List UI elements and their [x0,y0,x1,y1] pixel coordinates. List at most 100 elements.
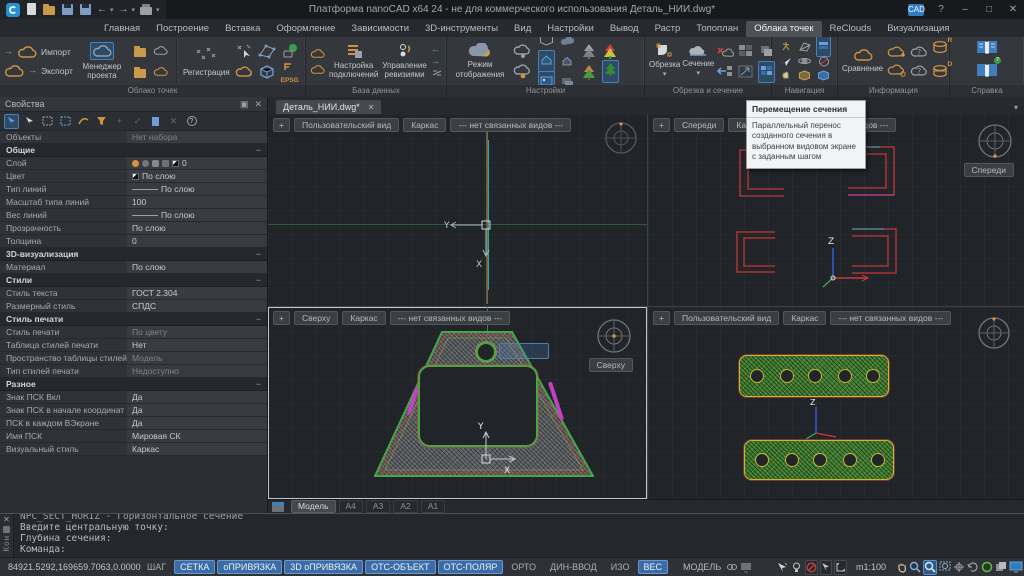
autohide-pin-icon[interactable]: ▣ [240,99,249,110]
command-history[interactable]: NPC_SECT_HORIZ - Горизонтальное сечение … [14,514,1024,557]
cloud-bulb-on-icon[interactable] [513,64,533,79]
vp-view-chip[interactable]: Сверху [294,311,338,325]
layer-freeze-icon[interactable] [142,160,149,167]
prop-row-linetype[interactable]: Тип линийПо слою [0,183,267,196]
annotation-off-icon[interactable] [805,560,818,575]
vp-links-chip[interactable]: --- нет связанных видов --- [450,118,571,132]
help-button[interactable]: ? [930,0,952,19]
layer-color-swatch[interactable] [172,160,179,167]
layout-list-icon[interactable] [272,502,284,512]
connection-settings-button[interactable]: Настройка подключений [329,43,378,79]
cloud-export-small-icon[interactable] [235,65,253,79]
grid-arrow-icon[interactable] [738,65,753,79]
apply-icon[interactable]: ✓ [130,114,145,129]
document-tab[interactable]: Деталь_НИИ.dwg* ✕ [276,100,381,114]
registration-label[interactable]: Регистрация [183,68,230,77]
zoom-extents-icon[interactable] [939,560,951,575]
prop-row-visual-style[interactable]: Визуальный стильКаркас [0,443,267,456]
prop-section-styles[interactable]: Стили− [0,274,267,287]
prop-row-ucs-name[interactable]: Имя ПСКМировая СК [0,430,267,443]
layout-tab-a3[interactable]: A3 [366,500,390,513]
prop-row-dimstyle[interactable]: Размерный стильСПДС [0,300,267,313]
clip-dropdown-icon[interactable]: ▾ [663,71,667,79]
prop-row-plottable[interactable]: Таблица стилей печатиНет [0,339,267,352]
rotate-view-icon[interactable] [967,560,979,575]
print-icon[interactable] [140,3,153,16]
clear-icon[interactable]: ✕ [166,114,181,129]
command-line-panel[interactable]: ✕ Кон NPC_SECT_HORIZ - Горизонтальное се… [0,513,1024,557]
delete-section-icon[interactable] [716,45,734,59]
tab-oblaka-tochek[interactable]: Облака точек [746,21,821,37]
tab-vizualizaciya[interactable]: Визуализация [879,21,957,37]
cmd-close-icon[interactable]: ✕ [3,516,10,524]
doc-tabs-menu-icon[interactable]: ▾ [1008,103,1024,114]
tab-postroenie[interactable]: Построение [148,21,217,37]
pan-hand-icon[interactable] [895,560,907,575]
prop-row-ucs-viewport[interactable]: ПСК в каждом ВЭкранеДа [0,417,267,430]
register-mesh-icon[interactable] [258,43,276,59]
panel-close-icon[interactable]: ✕ [254,99,262,110]
undo-dropdown-icon[interactable]: ▾ [110,6,114,14]
epsg-button[interactable]: EPSG [281,59,299,84]
layout-tab-a2[interactable]: A2 [393,500,417,513]
color-swatch[interactable] [132,173,139,180]
vp-menu-plus[interactable]: + [653,311,670,325]
cloud-gray-icon[interactable] [153,45,168,56]
tab-vid[interactable]: Вид [506,21,539,37]
section-button[interactable]: Сечение ▾ [682,44,714,78]
toggle-snap-step[interactable]: ШАГ [141,560,172,574]
cloud-question2-icon[interactable]: ? [910,64,928,78]
vp-style-chip[interactable]: Каркас [403,118,446,132]
clip-button[interactable]: Обрезка ▾ [649,43,680,79]
layer-lock-icon[interactable] [152,160,159,167]
house-small-icon[interactable] [560,55,575,67]
cube-blue-icon[interactable] [817,70,830,82]
close-button[interactable]: ✕ [1002,0,1024,19]
prop-row-transparency[interactable]: ПрозрачностьПо слою [0,222,267,235]
maximize-button[interactable]: □ [978,0,1000,19]
prop-row-thickness[interactable]: Толщина0 [0,235,267,248]
folder-cloud-icon[interactable] [134,45,146,57]
orbit-3d-icon[interactable] [981,560,993,575]
tree-rainbow-icon[interactable] [603,43,618,59]
tab-vyvod[interactable]: Вывод [602,21,647,37]
select-add-icon[interactable] [4,114,19,129]
vp-view-chip[interactable]: Пользовательский вид [294,118,399,132]
tab-rastr[interactable]: Растр [647,21,689,37]
prop-row-lineweight[interactable]: Вес линийПо слою [0,209,267,222]
cloud-question-icon[interactable]: ? [910,45,928,59]
nav-compass[interactable]: Сверху [589,317,633,372]
undo-icon[interactable]: ← [97,4,107,15]
toggle-lineweight[interactable]: ВЕС [638,560,669,574]
toggle-dyn-input[interactable]: ДИН-ВВОД [544,560,603,574]
quick-select-icon[interactable] [76,114,91,129]
rev-down-icon[interactable]: → [431,57,443,66]
open-file-icon[interactable] [43,3,56,16]
vp-links-chip[interactable]: --- нет связанных видов --- [830,311,951,325]
save-icon[interactable] [61,3,74,16]
import-button[interactable]: →Импорт [4,45,73,59]
zoom-selection-icon[interactable] [953,560,965,575]
prop-row-ltscale[interactable]: Масштаб типа линий100 [0,196,267,209]
prop-row-plottype[interactable]: Тип стилей печатиНедоступно [0,365,267,378]
viewports-icon[interactable] [738,44,753,58]
prop-section-misc[interactable]: Разное− [0,378,267,391]
filter-icon[interactable] [94,114,109,129]
select-crossing-icon[interactable] [58,114,73,129]
properties-header[interactable]: Свойства ▣ ✕ [0,97,267,112]
toggle-otrack-object[interactable]: ОТС-ОБЪЕКТ [365,560,435,574]
compass-label[interactable]: Спереди [964,163,1014,177]
redo-icon[interactable]: → [119,4,129,15]
prop-row-layer[interactable]: Слой0 [0,157,267,170]
pan-icon[interactable] [780,70,792,82]
prop-row-ucs-origin[interactable]: Знак ПСК в начале координатДа [0,404,267,417]
annotation-link-icon[interactable] [726,560,738,575]
nav-compass[interactable] [976,315,1012,351]
link-icon[interactable] [431,69,443,77]
toggle-osnap[interactable]: оПРИВЯЗКА [217,560,282,574]
prop-row-plotstyle[interactable]: Стиль печатиПо цвету [0,326,267,339]
fly-icon[interactable] [780,56,792,67]
db-d-icon[interactable]: D [932,64,950,83]
props-help-icon[interactable]: ? [184,114,199,129]
folder-icon[interactable] [134,66,146,78]
